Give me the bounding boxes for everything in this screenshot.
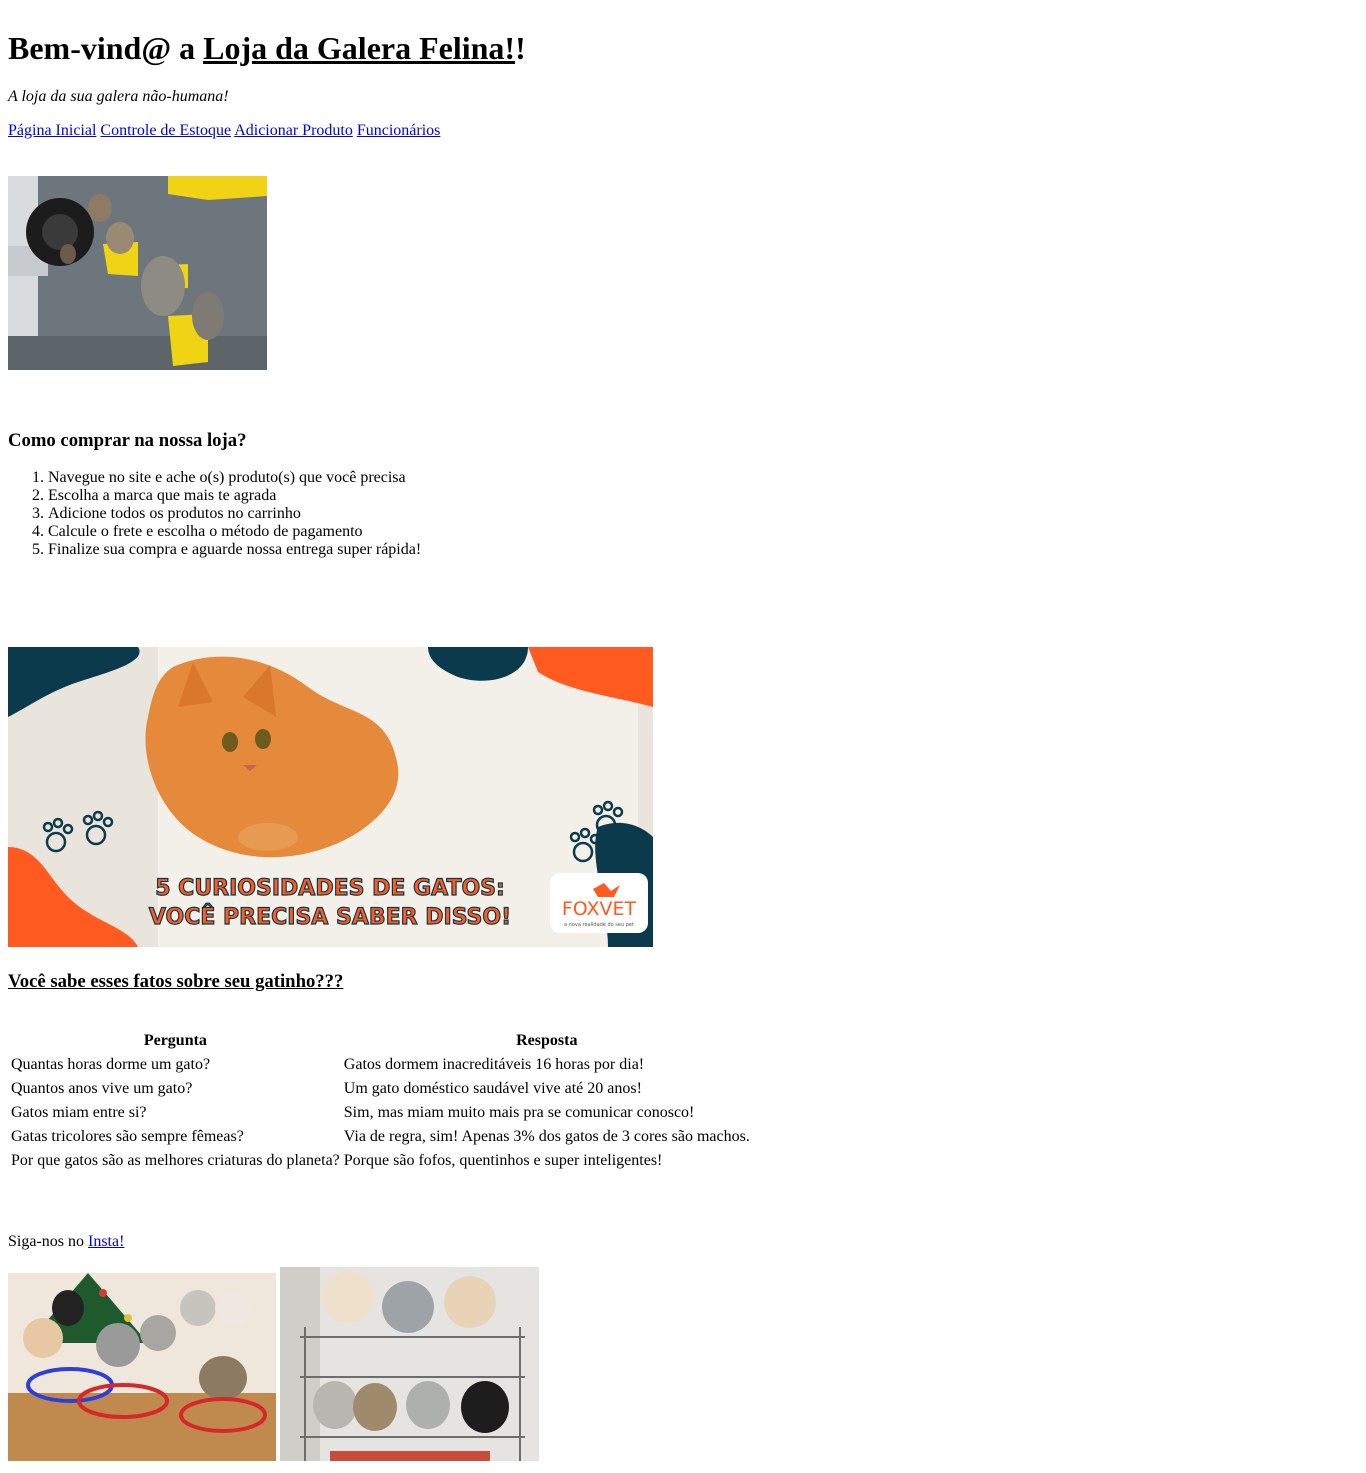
column-header-answer: Resposta (516, 1032, 578, 1049)
table-row: Gatos miam entre si? Sim, mas miam muito… (10, 1102, 751, 1124)
title-prefix: Bem-vind@ a (8, 30, 204, 66)
table-row: Por que gatos são as melhores criaturas … (10, 1150, 751, 1172)
gallery-image-shelf (280, 1267, 539, 1461)
facts-table: Pergunta Resposta Quantas horas dorme um… (8, 1028, 753, 1174)
table-row: Quantos anos vive um gato? Um gato domés… (10, 1078, 751, 1100)
answer-cell: Sim, mas miam muito mais pra se comunica… (343, 1104, 695, 1121)
question-cell: Quantas horas dorme um gato? (11, 1056, 211, 1073)
nav-link-add-product[interactable]: Adicionar Produto (234, 122, 353, 139)
list-item: Finalize sua compra e aguarde nossa entr… (48, 541, 421, 559)
answer-cell: Porque são fofos, quentinhos e super int… (343, 1152, 663, 1169)
answer-cell: Um gato doméstico saudável vive até 20 a… (343, 1080, 642, 1097)
list-item: Adicione todos os produtos no carrinho (48, 505, 421, 523)
banner-line2: VOCÊ PRECISA SABER DISSO! (149, 904, 511, 930)
tagline: A loja da sua galera não-humana! (8, 88, 229, 105)
question-cell: Gatas tricolores são sempre fêmeas? (11, 1128, 244, 1145)
table-row: Gatas tricolores são sempre fêmeas? Via … (10, 1126, 751, 1148)
banner-brand-tagline: a nova realidade do seu pet (564, 922, 634, 928)
table-header-row: Pergunta Resposta (10, 1030, 751, 1052)
facts-heading: Você sabe esses fatos sobre seu gatinho?… (8, 971, 344, 992)
follow-us: Siga-nos no Insta! (8, 1233, 124, 1251)
nav-link-employees[interactable]: Funcionários (357, 122, 441, 139)
answer-cell: Gatos dormem inacreditáveis 16 horas por… (343, 1056, 645, 1073)
page-title: Bem-vind@ a Loja da Galera Felina!! (8, 30, 526, 67)
store-name-link[interactable]: Loja da Galera Felina! (203, 30, 515, 66)
follow-text: Siga-nos no (8, 1233, 88, 1250)
answer-cell: Via de regra, sim! Apenas 3% dos gatos d… (343, 1128, 750, 1145)
list-item: Calcule o frete e escolha o método de pa… (48, 523, 421, 541)
question-cell: Gatos miam entre si? (11, 1104, 147, 1121)
nav-link-home[interactable]: Página Inicial (8, 122, 96, 139)
column-header-question: Pergunta (143, 1032, 207, 1049)
howto-heading: Como comprar na nossa loja? (8, 430, 247, 451)
list-item: Escolha a marca que mais te agrada (48, 487, 421, 505)
question-cell: Por que gatos são as melhores criaturas … (11, 1152, 340, 1169)
list-item: Navegue no site e ache o(s) produto(s) q… (48, 469, 421, 487)
banner-line1: 5 CURIOSIDADES DE GATOS: (155, 876, 505, 901)
instagram-link[interactable]: Insta! (88, 1233, 124, 1250)
howto-steps-list: Navegue no site e ache o(s) produto(s) q… (8, 469, 421, 559)
gallery-image-buckets (8, 1273, 276, 1461)
hero-cats-image (8, 176, 267, 370)
title-suffix: ! (515, 30, 526, 66)
main-nav: Página Inicial Controle de Estoque Adici… (8, 122, 440, 140)
question-cell: Quantos anos vive um gato? (11, 1080, 193, 1097)
banner-brand: FOXVET (562, 898, 637, 920)
table-row: Quantas horas dorme um gato? Gatos dorme… (10, 1054, 751, 1076)
curiosities-banner-image: 5 CURIOSIDADES DE GATOS: VOCÊ PRECISA SA… (8, 647, 653, 947)
nav-link-stock[interactable]: Controle de Estoque (100, 122, 231, 139)
